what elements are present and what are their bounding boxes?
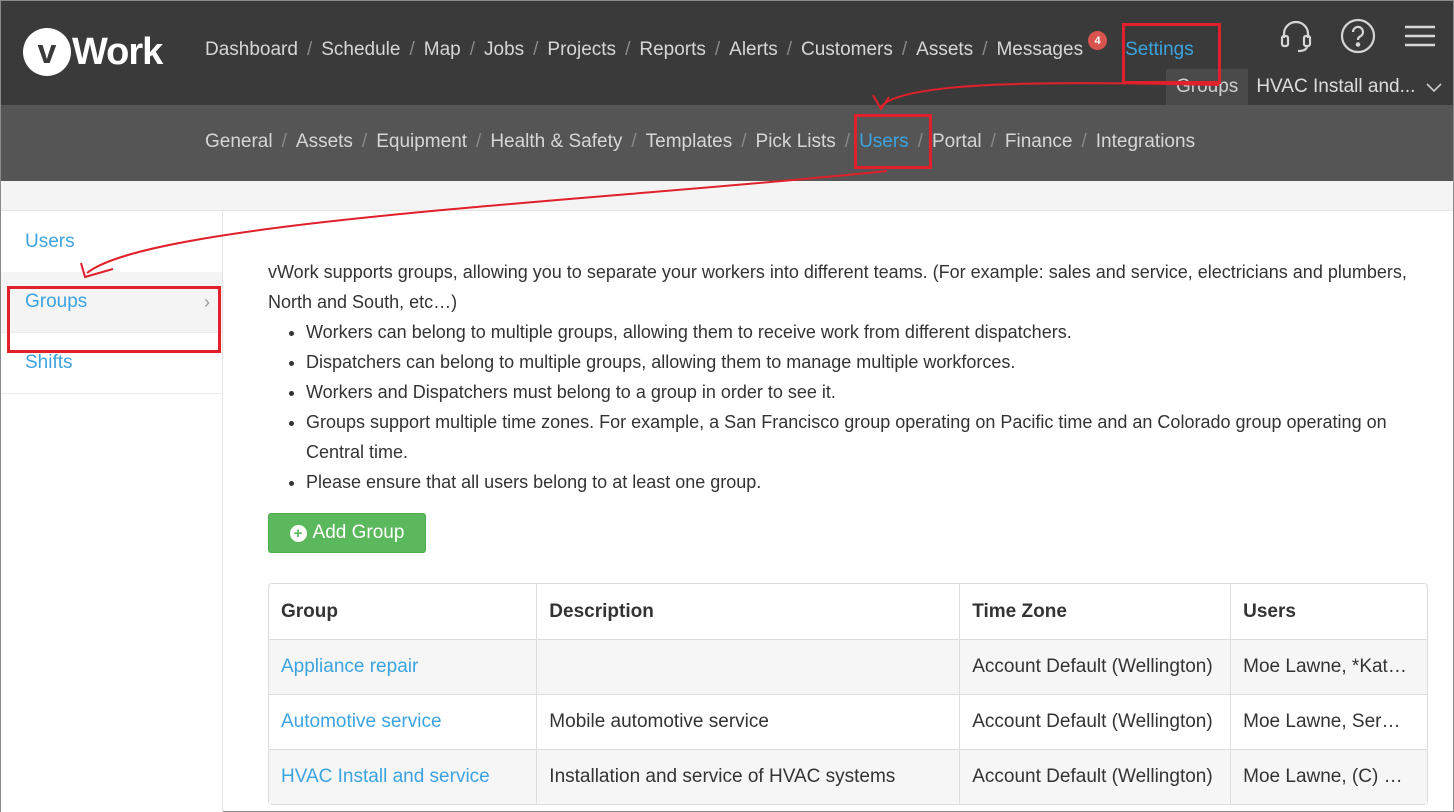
subnav-templates[interactable]: Templates: [646, 131, 733, 153]
list-item: Please ensure that all users belong to a…: [306, 467, 1428, 497]
add-group-button[interactable]: + Add Group: [268, 513, 426, 553]
top-navbar: v Work Dashboard / Schedule / Map / Jobs / P…: [1, 1, 1453, 105]
group-selector-value: HVAC Install and...: [1248, 69, 1453, 105]
plus-circle-icon: +: [289, 524, 307, 542]
table-row[interactable]: Appliance repair Account Default (Wellin…: [269, 639, 1427, 694]
sidebar-item-label: Users: [25, 230, 75, 252]
group-description: Mobile automotive service: [537, 694, 961, 749]
group-timezone: Account Default (Wellington): [960, 694, 1232, 749]
group-selector-text: HVAC Install and...: [1256, 76, 1416, 97]
subnav-items: General / Assets / Equipment / Health & Saf…: [205, 131, 1196, 153]
group-description: Installation and service of HVAC systems: [537, 749, 961, 804]
main-nav: Dashboard / Schedule / Map / Jobs / Projects…: [205, 31, 1194, 61]
intro-text: vWork supports groups, allowing you to s…: [268, 262, 1407, 312]
nav-dashboard[interactable]: Dashboard: [205, 39, 298, 61]
group-name-link[interactable]: Automotive service: [269, 694, 538, 749]
nav-projects[interactable]: Projects: [547, 39, 616, 61]
subnav-health-safety[interactable]: Health & Safety: [490, 131, 622, 153]
help-icon[interactable]: [1339, 17, 1377, 55]
group-description: [537, 639, 961, 694]
table-row[interactable]: Automotive service Mobile automotive ser…: [269, 694, 1427, 749]
groups-description: vWork supports groups, allowing you to s…: [268, 257, 1428, 497]
page-strip: [1, 181, 1453, 211]
col-header-group[interactable]: Group: [269, 584, 538, 639]
vwork-logo[interactable]: v Work: [23, 27, 163, 77]
group-users: Moe Lawne, Ser…: [1231, 694, 1427, 749]
nav-map[interactable]: Map: [424, 39, 461, 61]
top-icons: [1277, 17, 1439, 55]
subnav-finance[interactable]: Finance: [1005, 131, 1073, 153]
nav-messages-label: Messages: [996, 39, 1084, 60]
col-header-description[interactable]: Description: [537, 584, 961, 639]
list-item: Workers and Dispatchers must belong to a…: [306, 377, 1428, 407]
settings-subnav: General / Assets / Equipment / Health & Saf…: [1, 105, 1453, 181]
list-item: Workers can belong to multiple groups, a…: [306, 317, 1428, 347]
annotation-highlight-groups: [7, 286, 221, 353]
sidebar-item-users[interactable]: Users: [1, 211, 222, 272]
group-name-link[interactable]: Appliance repair: [269, 639, 538, 694]
col-header-timezone[interactable]: Time Zone: [960, 584, 1232, 639]
messages-badge: 4: [1088, 31, 1108, 50]
group-users: Moe Lawne, (C) …: [1231, 749, 1427, 804]
nav-schedule[interactable]: Schedule: [321, 39, 400, 61]
col-header-users[interactable]: Users: [1231, 584, 1427, 639]
table-header-row: Group Description Time Zone Users: [269, 584, 1427, 639]
nav-alerts[interactable]: Alerts: [729, 39, 778, 61]
info-list: Workers can belong to multiple groups, a…: [268, 317, 1428, 497]
annotation-highlight-users: [854, 114, 932, 169]
nav-assets[interactable]: Assets: [916, 39, 973, 61]
table-row[interactable]: HVAC Install and service Installation an…: [269, 749, 1427, 804]
nav-reports[interactable]: Reports: [639, 39, 706, 61]
nav-customers[interactable]: Customers: [801, 39, 893, 61]
subnav-general[interactable]: General: [205, 131, 273, 153]
menu-icon[interactable]: [1401, 17, 1439, 55]
list-item: Dispatchers can belong to multiple group…: [306, 347, 1428, 377]
subnav-equipment[interactable]: Equipment: [376, 131, 467, 153]
subnav-portal[interactable]: Portal: [932, 131, 982, 153]
group-timezone: Account Default (Wellington): [960, 749, 1232, 804]
chevron-down-icon: [1426, 83, 1442, 93]
groups-table: Group Description Time Zone Users Applia…: [268, 583, 1428, 805]
list-item: Groups support multiple time zones. For …: [306, 407, 1428, 467]
group-timezone: Account Default (Wellington): [960, 639, 1232, 694]
nav-jobs[interactable]: Jobs: [484, 39, 524, 61]
group-users: Moe Lawne, *Kat…: [1231, 639, 1427, 694]
group-name-link[interactable]: HVAC Install and service: [269, 749, 538, 804]
subnav-integrations[interactable]: Integrations: [1096, 131, 1195, 153]
logo-v: v: [23, 28, 71, 76]
logo-text: Work: [72, 30, 163, 73]
headset-icon[interactable]: [1277, 17, 1315, 55]
nav-messages[interactable]: Messages 4: [996, 31, 1108, 61]
add-group-label: Add Group: [312, 522, 405, 543]
subnav-pick-lists[interactable]: Pick Lists: [756, 131, 836, 153]
sidebar-item-label: Shifts: [25, 352, 73, 373]
subnav-assets[interactable]: Assets: [296, 131, 353, 153]
annotation-highlight-settings: [1122, 23, 1221, 84]
